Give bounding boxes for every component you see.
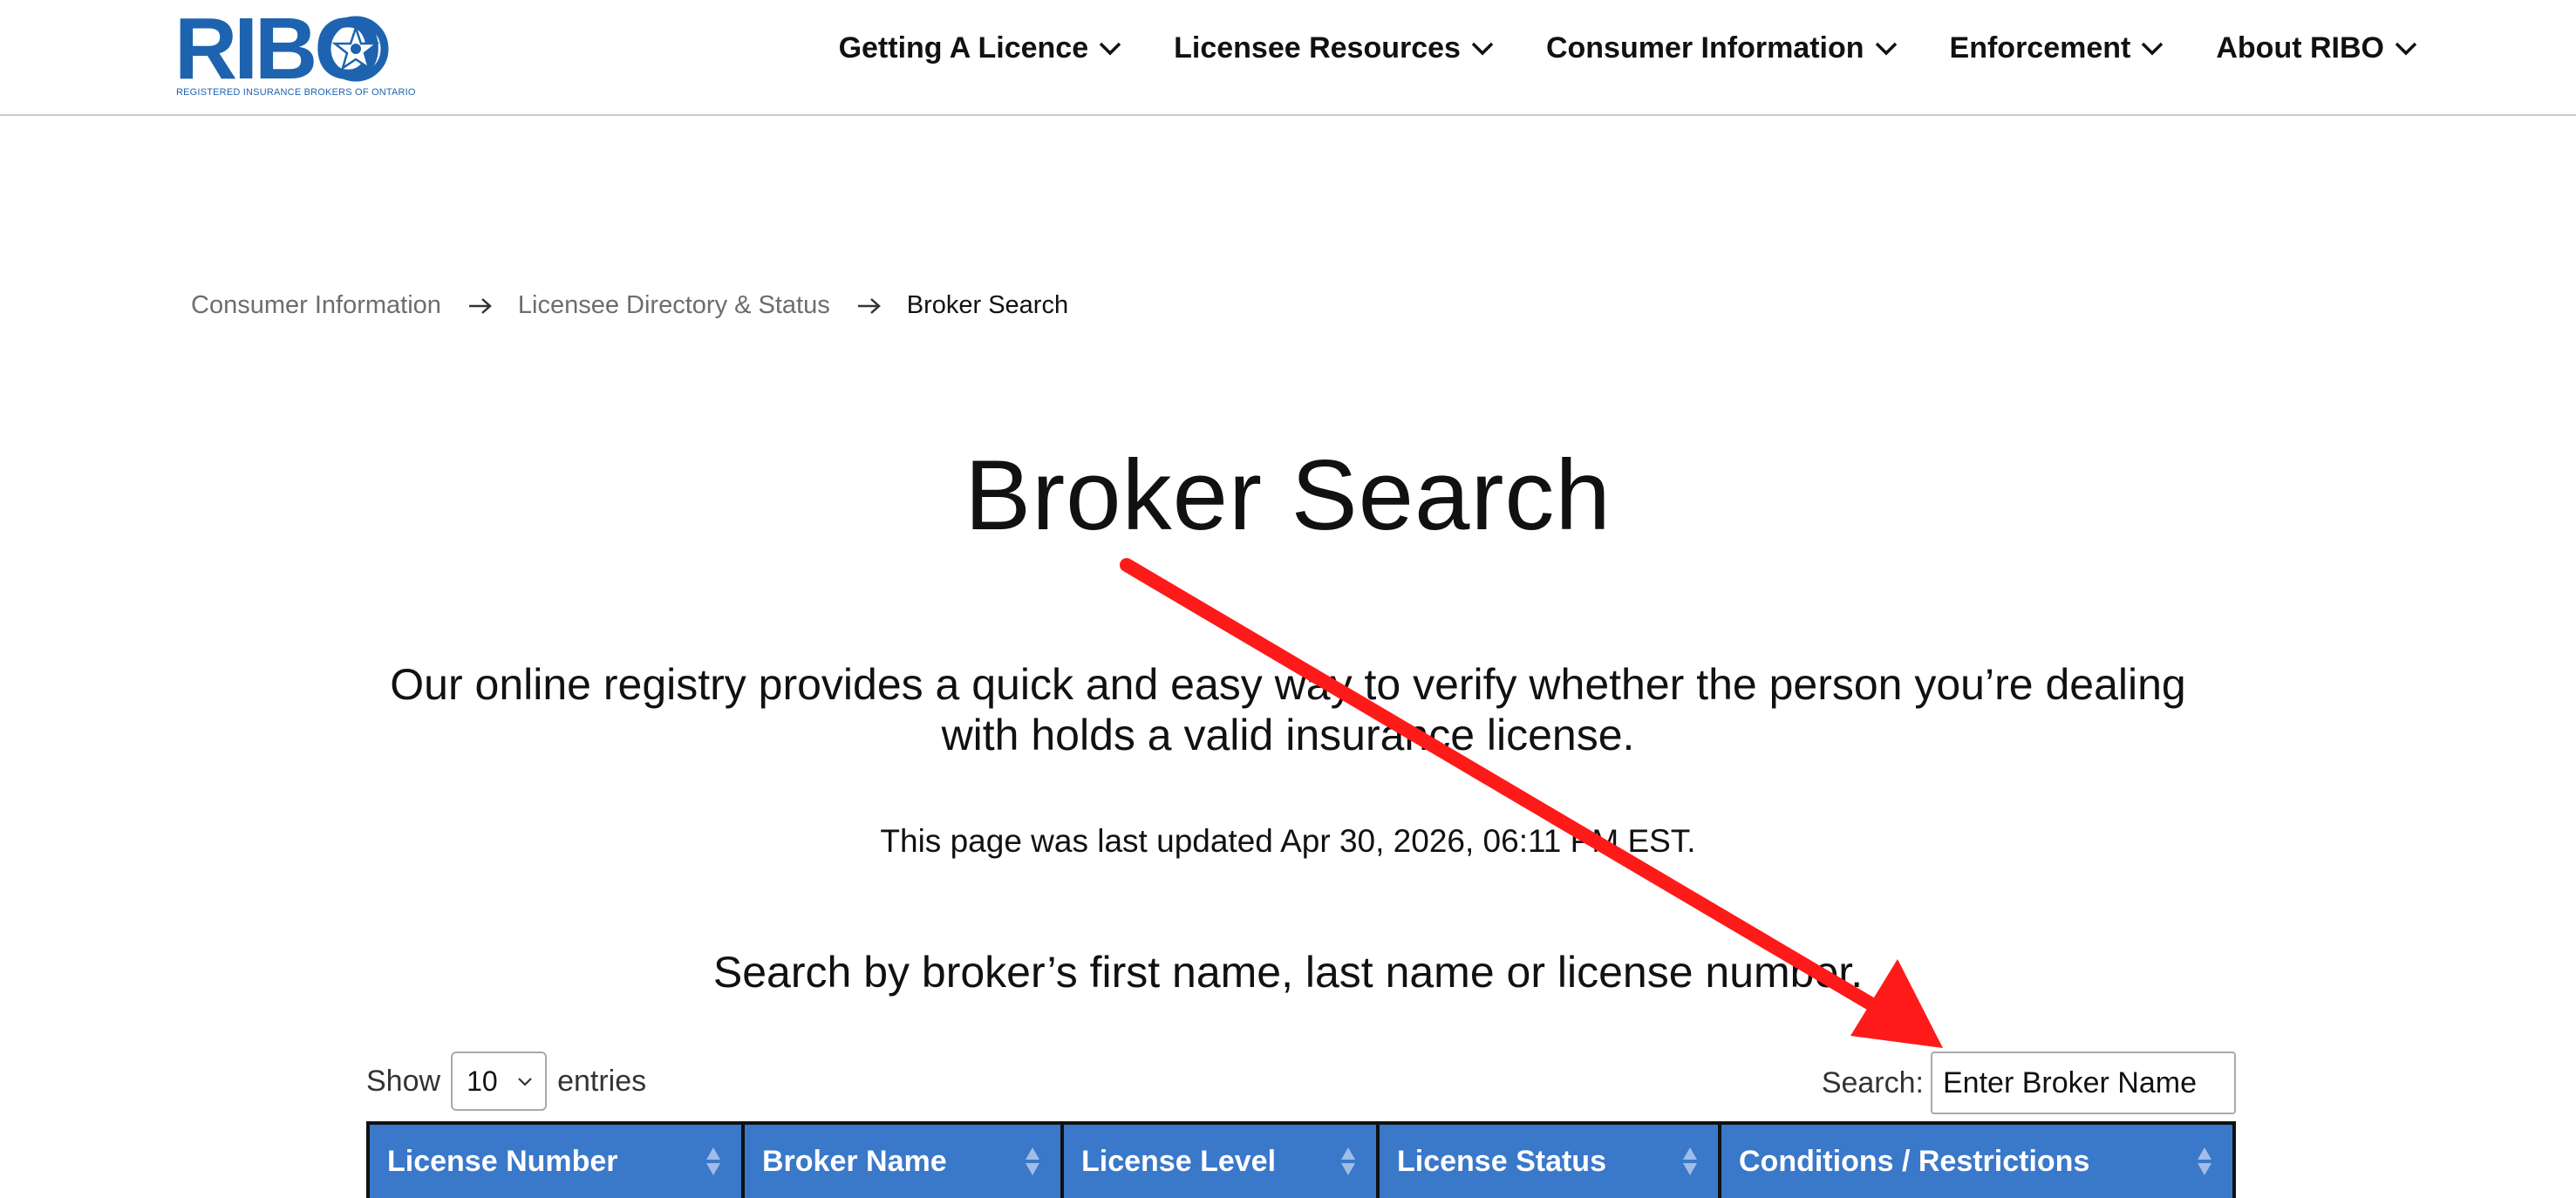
chevron-down-icon — [1471, 42, 1494, 55]
nav-about-ribo[interactable]: About RIBO — [2216, 31, 2417, 65]
last-updated-text: This page was last updated Apr 30, 2026,… — [880, 823, 1696, 859]
column-label: Conditions / Restrictions — [1739, 1144, 2090, 1178]
breadcrumb-consumer-information[interactable]: Consumer Information — [191, 291, 441, 320]
arrow-right-icon — [857, 297, 881, 314]
column-license-level[interactable]: License Level — [1064, 1125, 1380, 1198]
logo-emblem-icon — [323, 16, 389, 82]
nav-label: Consumer Information — [1545, 31, 1864, 65]
search-hint: Search by broker’s first name, last name… — [712, 948, 1864, 997]
column-label: License Number — [387, 1144, 618, 1178]
sort-icon — [706, 1147, 720, 1175]
page-title: Broker Search — [964, 440, 1612, 551]
sort-icon — [1341, 1147, 1355, 1175]
table-search-control: Search: — [1822, 1052, 2236, 1114]
sort-icon — [2198, 1147, 2211, 1175]
ribo-logo[interactable]: RIBO Registered Insurance Brokers of Ont… — [174, 5, 416, 101]
annotation-arrow — [1120, 558, 1943, 1048]
chevron-down-icon — [2142, 42, 2164, 55]
main-nav: Getting A Licence Licensee Resources Con… — [839, 31, 2417, 65]
sort-icon — [1683, 1147, 1697, 1175]
breadcrumb-licensee-directory[interactable]: Licensee Directory & Status — [518, 291, 830, 320]
broker-search-input[interactable] — [1931, 1052, 2236, 1114]
breadcrumb-current: Broker Search — [906, 291, 1069, 319]
arrow-right-icon — [468, 297, 492, 314]
nav-licensee-resources[interactable]: Licensee Resources — [1174, 31, 1494, 65]
broker-table-header: License Number Broker Name License Level… — [366, 1121, 2236, 1198]
nav-getting-a-licence[interactable]: Getting A Licence — [839, 31, 1122, 65]
chevron-down-icon — [2395, 42, 2417, 55]
nav-label: About RIBO — [2216, 31, 2384, 65]
column-label: License Level — [1081, 1144, 1277, 1178]
entries-label: entries — [557, 1064, 647, 1098]
nav-label: Getting A Licence — [838, 31, 1089, 65]
column-label: Broker Name — [762, 1144, 947, 1178]
chevron-down-icon — [1875, 42, 1897, 55]
nav-consumer-information[interactable]: Consumer Information — [1546, 31, 1898, 65]
nav-enforcement[interactable]: Enforcement — [1950, 31, 2164, 65]
intro-text: Our online registry provides a quick and… — [390, 660, 2186, 759]
chevron-down-icon — [1099, 42, 1121, 55]
column-broker-name[interactable]: Broker Name — [745, 1125, 1064, 1198]
column-label: License Status — [1397, 1144, 1606, 1178]
nav-label: Licensee Resources — [1174, 31, 1461, 65]
nav-label: Enforcement — [1949, 31, 2131, 65]
search-label: Search: — [1821, 1065, 1924, 1099]
breadcrumb: Consumer Information Licensee Directory … — [191, 291, 1068, 320]
column-license-number[interactable]: License Number — [370, 1125, 745, 1198]
site-header: RIBO Registered Insurance Brokers of Ont… — [0, 0, 2576, 116]
show-label: Show — [366, 1064, 441, 1098]
chevron-down-icon — [518, 1078, 532, 1086]
logo-subtitle: Registered Insurance Brokers of Ontario — [176, 87, 416, 98]
entries-length-control: Show 10 entries — [366, 1052, 646, 1111]
column-conditions-restrictions[interactable]: Conditions / Restrictions — [1721, 1125, 2232, 1198]
entries-select[interactable]: 10 — [451, 1052, 548, 1111]
column-license-status[interactable]: License Status — [1380, 1125, 1721, 1198]
sort-icon — [1026, 1147, 1039, 1175]
entries-select-value: 10 — [467, 1065, 498, 1097]
